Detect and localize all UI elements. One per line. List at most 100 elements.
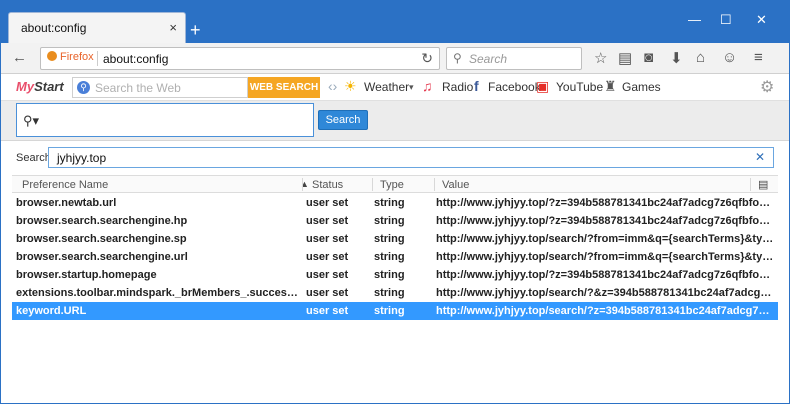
firefox-identity-badge[interactable]: Firefox xyxy=(47,51,94,63)
preference-name: extensions.toolbar.mindspark._brMembers_… xyxy=(16,287,302,299)
panel-search-input[interactable]: ⚲▾ xyxy=(16,103,314,137)
url-separator xyxy=(97,51,98,66)
menu-icon[interactable]: ≡ xyxy=(754,49,763,66)
table-row[interactable]: browser.search.searchengine.hp user set … xyxy=(12,212,778,230)
table-row[interactable]: extensions.toolbar.mindspark._brMembers_… xyxy=(12,284,778,302)
games-link[interactable]: Games xyxy=(622,80,661,94)
mystart-logo-suffix: Start xyxy=(34,79,64,94)
preference-status: user set xyxy=(306,197,349,209)
column-separator[interactable] xyxy=(372,178,373,191)
weather-link[interactable]: Weather xyxy=(364,80,409,94)
column-picker-icon[interactable]: ▤ xyxy=(758,178,768,191)
headphones-icon: ♫ xyxy=(422,78,433,94)
preference-type: string xyxy=(374,197,405,209)
preference-status: user set xyxy=(306,251,349,263)
preference-name: browser.startup.homepage xyxy=(16,269,157,281)
preference-value: http://www.jyhjyy.top/?z=394b588781341bc… xyxy=(436,197,774,209)
games-icon: ♜ xyxy=(604,78,617,94)
column-status[interactable]: Status xyxy=(312,179,343,191)
new-tab-button[interactable]: + xyxy=(190,21,201,39)
weather-sun-icon: ☀ xyxy=(344,78,357,94)
preference-type: string xyxy=(374,251,405,263)
preference-status: user set xyxy=(306,287,349,299)
tab-close-icon[interactable]: × xyxy=(169,20,177,35)
table-row[interactable]: browser.startup.homepage user set string… xyxy=(12,266,778,284)
table-row[interactable]: browser.search.searchengine.url user set… xyxy=(12,248,778,266)
reload-icon[interactable]: ↻ xyxy=(421,50,433,67)
preferences-table-body: browser.newtab.url user set string http:… xyxy=(12,194,778,320)
table-row-selected[interactable]: keyword.URL user set string http://www.j… xyxy=(12,302,778,320)
preferences-table-header: Preference Name ▲ Status Type Value ▤ xyxy=(12,175,778,193)
column-preference-name[interactable]: Preference Name xyxy=(22,179,108,191)
browser-search-placeholder: Search xyxy=(469,52,508,66)
tab-about-config[interactable]: about:config × xyxy=(8,12,186,43)
navigation-bar: ← Firefox about:config ↻ ⚲ Search ☆ ▤ ◙ … xyxy=(0,43,790,74)
column-separator[interactable] xyxy=(302,178,303,191)
mystart-search-placeholder: Search the Web xyxy=(95,81,181,95)
config-search-value: jyhjyy.top xyxy=(57,151,107,165)
config-search-row: Search: jyhjyy.top ✕ xyxy=(0,144,790,172)
preference-name: browser.newtab.url xyxy=(16,197,117,209)
mystart-logo-prefix: My xyxy=(16,79,35,94)
preference-name: browser.search.searchengine.url xyxy=(16,251,188,263)
preference-value: http://www.jyhjyy.top/?z=394b588781341bc… xyxy=(436,269,774,281)
facebook-link[interactable]: Facebook xyxy=(488,80,541,94)
home-icon[interactable]: ⌂ xyxy=(696,49,705,66)
close-window-button[interactable]: ✕ xyxy=(756,12,767,28)
preference-type: string xyxy=(374,233,405,245)
column-separator[interactable] xyxy=(434,178,435,191)
table-row[interactable]: browser.newtab.url user set string http:… xyxy=(12,194,778,212)
radio-link[interactable]: Radio xyxy=(442,80,473,94)
reading-list-icon[interactable]: ▤ xyxy=(618,49,632,67)
preference-type: string xyxy=(374,215,405,227)
preference-value: http://www.jyhjyy.top/search/?z=394b5887… xyxy=(436,305,774,317)
preference-status: user set xyxy=(306,233,349,245)
download-icon[interactable]: ⬇ xyxy=(670,49,683,67)
account-icon[interactable]: ☺ xyxy=(722,49,737,66)
preference-name: browser.search.searchengine.sp xyxy=(16,233,187,245)
column-type[interactable]: Type xyxy=(380,179,404,191)
table-row[interactable]: browser.search.searchengine.sp user set … xyxy=(12,230,778,248)
mystart-logo[interactable]: MyStart xyxy=(16,79,64,94)
preference-status: user set xyxy=(306,215,349,227)
chevron-down-icon[interactable]: ▾ xyxy=(409,82,414,93)
url-text[interactable]: about:config xyxy=(103,52,168,66)
preference-type: string xyxy=(374,305,405,317)
pocket-icon[interactable]: ◙ xyxy=(644,49,653,66)
minimize-button[interactable]: — xyxy=(688,12,701,27)
preference-status: user set xyxy=(306,305,349,317)
search-icon: ⚲ xyxy=(453,51,462,65)
preference-type: string xyxy=(374,269,405,281)
browser-search-bar[interactable]: ⚲ Search xyxy=(446,47,582,70)
config-search-input[interactable]: jyhjyy.top ✕ xyxy=(48,147,774,168)
table-empty-area xyxy=(12,321,778,390)
preference-value: http://www.jyhjyy.top/search/?from=imm&q… xyxy=(436,233,774,245)
preference-value: http://www.jyhjyy.top/search/?&z=394b588… xyxy=(436,287,774,299)
firefox-label: Firefox xyxy=(60,51,94,63)
mystart-toolbar: MyStart ⚲ Search the Web WEB SEARCH ‹› ☀… xyxy=(0,74,790,101)
preference-status: user set xyxy=(306,269,349,281)
column-value[interactable]: Value xyxy=(442,179,469,191)
mystart-search-input[interactable]: ⚲ Search the Web xyxy=(72,77,248,98)
maximize-button[interactable]: ☐ xyxy=(720,12,732,28)
search-dropdown-icon[interactable]: ⚲▾ xyxy=(23,113,39,129)
preference-type: string xyxy=(374,287,405,299)
search-panel: ⚲▾ Search xyxy=(0,101,790,141)
panel-search-button[interactable]: Search xyxy=(318,110,368,130)
bookmark-star-icon[interactable]: ☆ xyxy=(594,49,607,67)
title-bar: about:config × + — ☐ ✕ xyxy=(0,0,790,43)
youtube-icon: ▣ xyxy=(536,78,550,94)
search-icon: ⚲ xyxy=(77,81,90,94)
code-icon[interactable]: ‹› xyxy=(328,78,337,94)
web-search-button[interactable]: WEB SEARCH xyxy=(248,77,320,98)
youtube-link[interactable]: YouTube xyxy=(556,80,603,94)
tab-title: about:config xyxy=(21,21,87,35)
preference-name: browser.search.searchengine.hp xyxy=(16,215,188,227)
preference-name: keyword.URL xyxy=(16,305,87,317)
gear-icon[interactable]: ⚙ xyxy=(760,77,774,97)
clear-search-icon[interactable]: ✕ xyxy=(755,150,765,164)
url-bar[interactable]: Firefox about:config ↻ xyxy=(40,47,440,70)
back-icon[interactable]: ← xyxy=(12,49,27,66)
column-separator[interactable] xyxy=(750,178,751,191)
preference-value: http://www.jyhjyy.top/search/?from=imm&q… xyxy=(436,251,774,263)
